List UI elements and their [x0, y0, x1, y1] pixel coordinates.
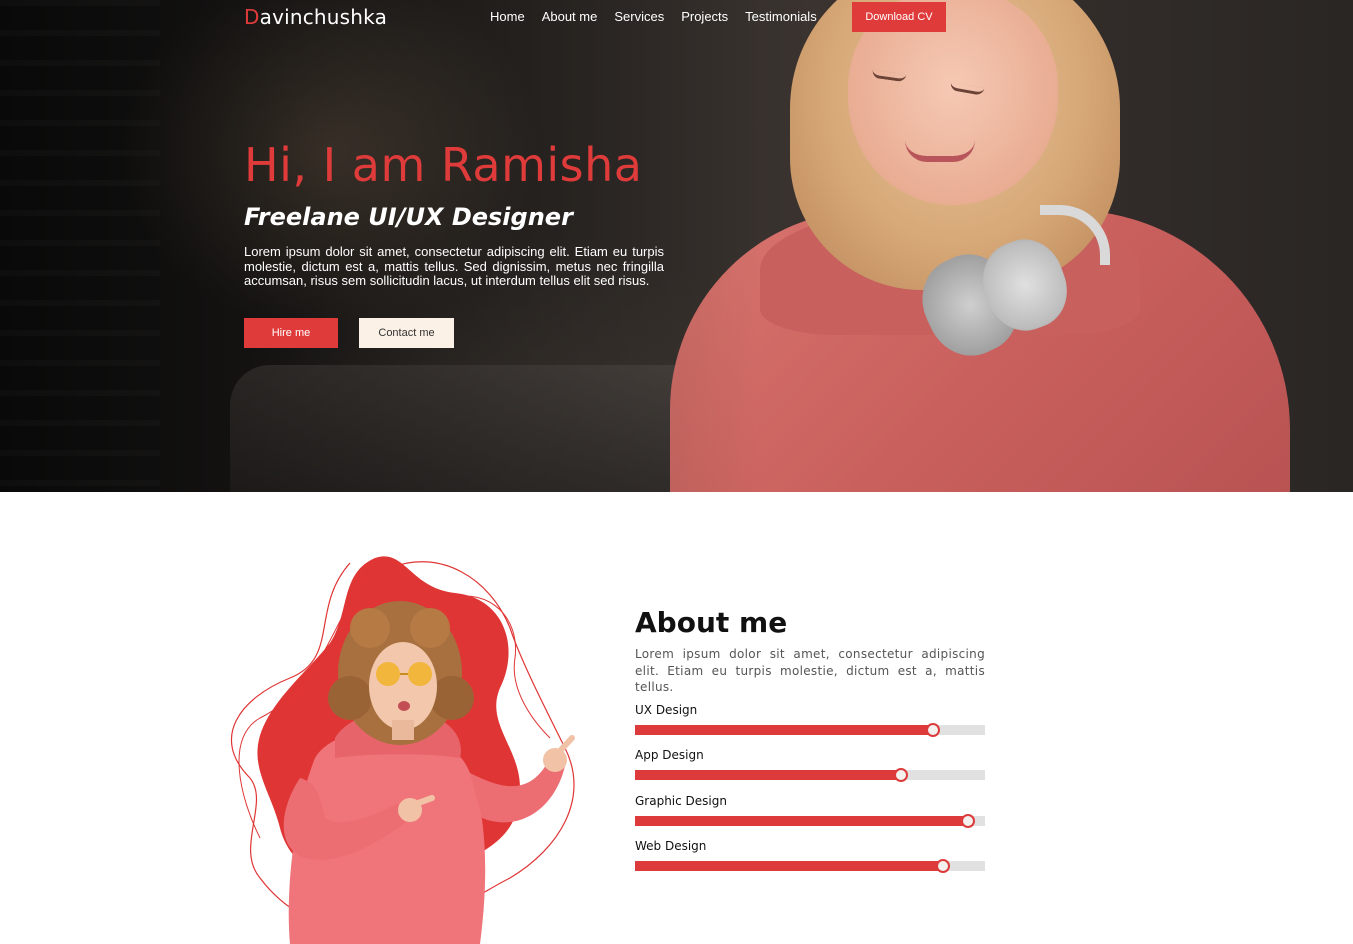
- nav-link-projects[interactable]: Projects: [681, 9, 728, 24]
- skill-progress-fill: [635, 816, 968, 826]
- about-heading: About me: [635, 606, 788, 639]
- nav-link-testimonials[interactable]: Testimonials: [745, 9, 817, 24]
- skill-progress-track: [635, 859, 985, 873]
- about-portrait: [220, 548, 590, 944]
- skill-progress-track: [635, 768, 985, 782]
- logo-initial: D: [244, 5, 260, 29]
- hero-description: Lorem ipsum dolor sit amet, consectetur …: [244, 244, 664, 288]
- skill-slider-handle[interactable]: [894, 768, 908, 782]
- hero-subtitle: Freelane UI/UX Designer: [244, 203, 573, 231]
- logo-text: avinchushka: [259, 5, 388, 29]
- nav-link-services[interactable]: Services: [614, 9, 664, 24]
- skill-progress-fill: [635, 770, 901, 780]
- skill-label: Web Design: [635, 839, 707, 853]
- skill-progress-track: [635, 723, 985, 737]
- hero-title: Hi, I am Ramisha: [244, 138, 643, 192]
- skill-app-design: App Design: [635, 748, 985, 788]
- hire-me-button[interactable]: Hire me: [244, 318, 338, 348]
- skill-progress-track: [635, 814, 985, 828]
- hero-photo-smile: [905, 140, 975, 162]
- skill-label: Graphic Design: [635, 794, 727, 808]
- download-cv-button[interactable]: Download CV: [852, 2, 946, 32]
- skill-ux-design: UX Design: [635, 703, 985, 743]
- skill-progress-fill: [635, 725, 933, 735]
- nav-links: Home About me Services Projects Testimon…: [490, 9, 817, 24]
- skill-web-design: Web Design: [635, 839, 985, 879]
- about-description: Lorem ipsum dolor sit amet, consectetur …: [635, 647, 985, 694]
- nav-link-home[interactable]: Home: [490, 9, 525, 24]
- skill-label: App Design: [635, 748, 704, 762]
- hero-section: Hi, I am Ramisha Freelane UI/UX Designer…: [0, 0, 1353, 492]
- skill-slider-handle[interactable]: [936, 859, 950, 873]
- skill-slider-handle[interactable]: [960, 814, 975, 828]
- nav-link-about[interactable]: About me: [542, 9, 598, 24]
- skill-graphic-design: Graphic Design: [635, 794, 985, 834]
- portrait-blob-illustration: [230, 556, 575, 944]
- site-logo[interactable]: Davinchushka: [244, 5, 387, 29]
- contact-me-button[interactable]: Contact me: [359, 318, 454, 348]
- skill-slider-handle[interactable]: [925, 723, 940, 737]
- skill-label: UX Design: [635, 703, 698, 717]
- skill-progress-fill: [635, 861, 943, 871]
- top-navigation: Davinchushka Home About me Services Proj…: [0, 0, 1353, 34]
